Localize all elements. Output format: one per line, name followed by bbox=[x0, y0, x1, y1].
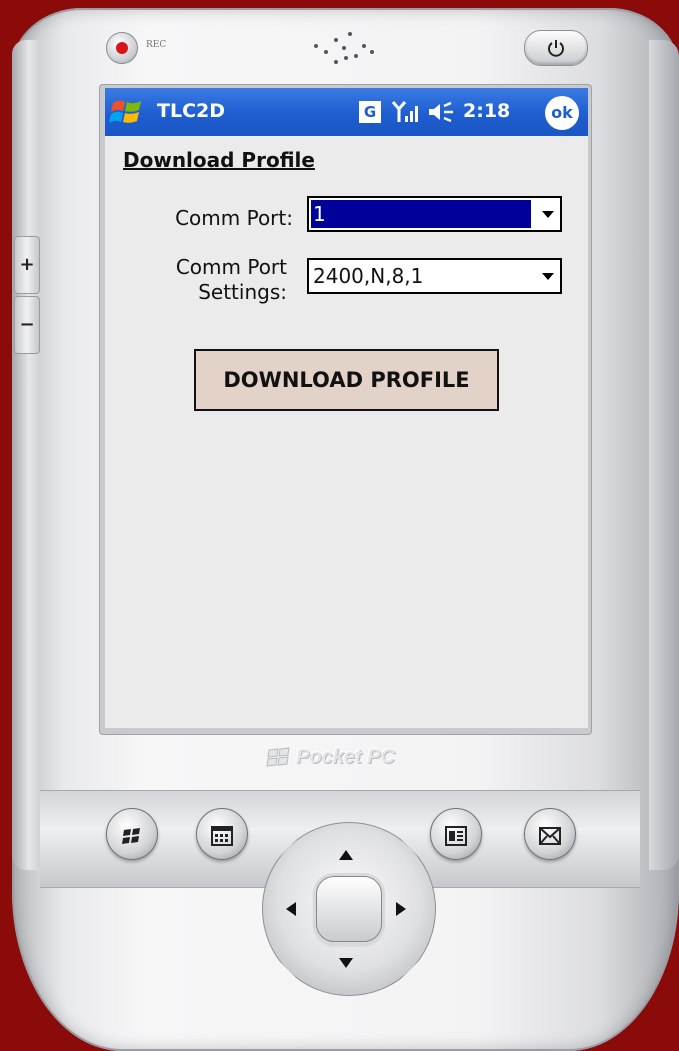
left-side-rail bbox=[12, 40, 40, 870]
arrow-up-icon[interactable] bbox=[339, 850, 353, 860]
inbox-icon bbox=[539, 826, 561, 845]
calendar-button[interactable] bbox=[196, 808, 248, 860]
comm-port-settings-value: 2400,N,8,1 bbox=[313, 264, 424, 288]
speaker-icon[interactable] bbox=[427, 99, 457, 125]
record-button[interactable] bbox=[106, 32, 138, 64]
windows-start-icon bbox=[122, 827, 140, 844]
right-side-rail bbox=[649, 40, 679, 870]
clock[interactable]: 2:18 bbox=[463, 100, 510, 122]
arrow-right-icon[interactable] bbox=[396, 902, 406, 916]
speaker-grille bbox=[310, 30, 380, 70]
comm-port-label: Comm Port: bbox=[175, 206, 293, 230]
record-dot-icon bbox=[116, 42, 128, 54]
arrow-left-icon[interactable] bbox=[286, 902, 296, 916]
comm-port-value: 1 bbox=[311, 200, 531, 228]
comm-port-settings-select[interactable]: 2400,N,8,1 bbox=[307, 258, 562, 294]
power-icon bbox=[548, 40, 564, 57]
navigation-pad-center-button[interactable] bbox=[316, 876, 382, 942]
ok-button[interactable]: ok bbox=[545, 96, 579, 130]
comm-port-select[interactable]: 1 bbox=[307, 196, 562, 232]
inbox-button[interactable] bbox=[524, 808, 576, 860]
volume-up-button[interactable]: + bbox=[14, 236, 40, 294]
chevron-down-icon[interactable] bbox=[542, 211, 554, 218]
volume-down-button[interactable]: − bbox=[14, 296, 40, 354]
download-profile-button[interactable]: DOWNLOAD PROFILE bbox=[194, 349, 499, 411]
app-title: TLC2D bbox=[157, 100, 226, 122]
windows-start-button[interactable] bbox=[106, 808, 158, 860]
comm-port-settings-label-line1: Comm Port bbox=[175, 255, 287, 279]
device-screen: TLC2D G 2:18 ok Download Profile Comm Po… bbox=[105, 88, 588, 728]
arrow-down-icon[interactable] bbox=[339, 958, 353, 968]
title-bar: TLC2D G 2:18 ok bbox=[105, 88, 588, 136]
comm-port-settings-label-line2: Settings: bbox=[198, 280, 287, 304]
calendar-icon bbox=[211, 825, 233, 846]
chevron-down-icon[interactable] bbox=[542, 273, 554, 280]
form-heading: Download Profile bbox=[123, 148, 315, 172]
contacts-icon bbox=[445, 825, 467, 846]
comm-port-settings-label: Comm Port Settings: bbox=[145, 255, 287, 305]
windows-flag-icon[interactable] bbox=[109, 95, 145, 129]
contacts-button[interactable] bbox=[430, 808, 482, 860]
power-button[interactable] bbox=[524, 30, 588, 66]
pocket-pc-logo-icon bbox=[266, 747, 290, 767]
record-label: REC bbox=[146, 40, 167, 50]
network-type-badge[interactable]: G bbox=[359, 101, 381, 123]
brand-text: Pocket PC bbox=[296, 746, 395, 768]
signal-icon[interactable] bbox=[391, 99, 421, 125]
